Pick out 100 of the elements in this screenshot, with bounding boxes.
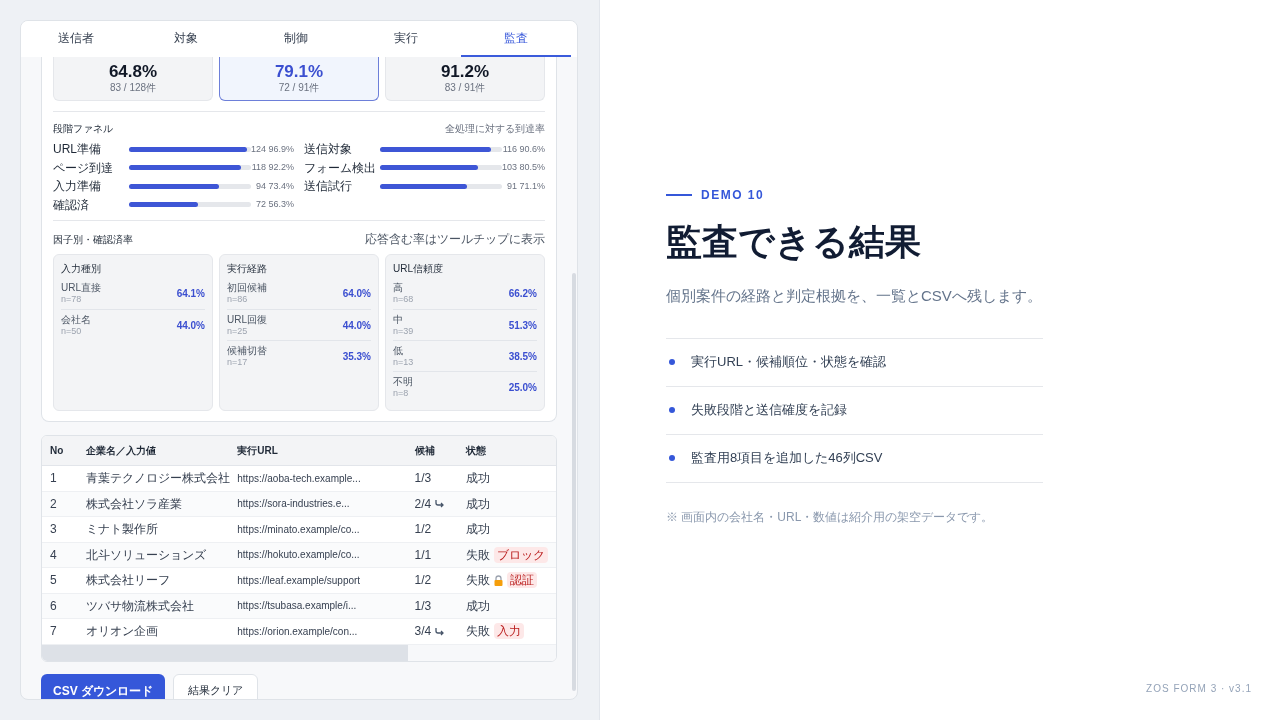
column-header: No (49, 444, 65, 458)
sample-size: n=13 (393, 356, 414, 368)
column-header: 状態 (466, 444, 488, 458)
table-cell-text: 1/3 (414, 597, 432, 615)
return-arrow-icon (435, 626, 446, 636)
factor-label: 低 (393, 344, 404, 357)
table-cell-text: https://minato.example/co... (237, 522, 361, 537)
factor-label: 候補切替 (227, 344, 267, 357)
table-cell-text: 株式会社ソラ産業 (85, 495, 183, 513)
stage-label: 入力準備 (53, 178, 102, 196)
table-cell-text: 6 (49, 597, 58, 615)
stage-label: ページ到達 (53, 159, 114, 177)
stage-reading: 72 56.3% (254, 198, 294, 211)
table-cell-text: https://leaf.example/support (237, 573, 362, 588)
sample-size: n=86 (227, 294, 249, 305)
bullet-icon (669, 407, 675, 413)
table-cell-text: 3/4 (414, 623, 432, 641)
factor-title: 入力種別 (61, 262, 102, 276)
factor-label: 高 (393, 282, 404, 294)
stat-value: 79.1% (274, 63, 324, 80)
table-cell-text: 成功 (466, 495, 491, 513)
table-cell-text: 4 (49, 546, 58, 564)
tab[interactable]: 制御 (241, 21, 351, 57)
table-cell-text: https://tsubasa.example/i... (237, 599, 358, 614)
table-cell-text: 2 (49, 495, 58, 513)
section-title: 段階ファネル (53, 122, 113, 136)
table-cell-text: 1/1 (414, 546, 432, 564)
table-cell-text: オリオン企画 (85, 623, 159, 641)
column-header: 実行URL (237, 444, 279, 458)
table-cell-text: 5 (49, 572, 58, 590)
table-cell-text: 北斗ソリューションズ (85, 546, 207, 564)
table-cell-text: 失敗 (466, 572, 491, 590)
tab[interactable]: 送信者 (21, 21, 131, 57)
footer-label: ZOS FORM 3 · v3.1 (1146, 682, 1252, 696)
failure-tag: ブロック (494, 546, 549, 563)
table-cell-text: ミナト製作所 (85, 521, 159, 539)
factor-rate: 44.0% (176, 318, 205, 333)
table-cell-text: 1/3 (414, 470, 432, 488)
factor-rate: 64.1% (176, 287, 205, 301)
clear-button[interactable]: 結果クリア (173, 673, 258, 699)
table-cell-text: https://sora-industries.e... (237, 497, 351, 512)
stage-reading: 91 71.1% (505, 179, 545, 193)
section-note: 全処理に対する到達率 (445, 122, 545, 136)
table-cell-text: https://orion.example/con... (237, 624, 359, 639)
sample-size: n=50 (61, 325, 83, 337)
factor-rate: 66.2% (508, 287, 537, 301)
bullet-icon (669, 359, 675, 365)
download-button[interactable]: CSV ダウンロード (41, 673, 165, 699)
table-cell-text: https://hokuto.example/co... (237, 548, 361, 563)
stat-detail: 83 / 91件 (444, 83, 486, 93)
sample-size: n=68 (393, 294, 414, 305)
stage-label: URL準備 (53, 141, 102, 159)
stage-reading: 116 90.6% (502, 142, 545, 156)
factor-label: URL直接 (61, 282, 101, 294)
factor-rate: 51.3% (508, 318, 537, 333)
factor-label: 初回候補 (227, 282, 267, 294)
section-title: 因子別・確認済率 (53, 232, 133, 247)
column-header: 候補 (414, 444, 436, 458)
table-cell-text: 青葉テクノロジー株式会社 (85, 470, 231, 488)
stage-label: 確認済 (53, 196, 90, 214)
stat-value: 91.2% (440, 63, 490, 80)
return-arrow-icon (435, 499, 446, 509)
sample-size: n=78 (61, 294, 83, 305)
sample-size: n=8 (393, 387, 410, 399)
slide-title: 監査できる結果 (666, 224, 922, 260)
stat-value: 64.8% (108, 63, 158, 80)
table-cell-text: ツバサ物流株式会社 (85, 597, 195, 615)
column-header: 企業名／入力値 (85, 444, 157, 458)
stage-reading: 103 80.5% (501, 161, 545, 174)
stage-reading: 94 73.4% (254, 179, 294, 193)
feature-point: 実行URL・候補順位・状態を確認 (691, 353, 886, 372)
sample-size: n=17 (227, 356, 249, 368)
factor-label: 中 (393, 313, 404, 326)
stage-label: 送信対象 (304, 141, 353, 159)
table-cell-text: 1 (49, 470, 58, 488)
factor-label: URL回復 (227, 313, 267, 326)
lock-icon (494, 574, 504, 586)
stat-card[interactable]: 79.1% 72 / 91件 (219, 57, 379, 101)
factor-label: 会社名 (61, 313, 91, 326)
stat-card[interactable]: 91.2% 83 / 91件 (385, 57, 545, 101)
table-cell-text: 3 (49, 521, 58, 539)
stat-detail: 83 / 128件 (109, 83, 157, 93)
table-cell-text: 7 (49, 623, 58, 641)
table-cell-text: 成功 (466, 521, 491, 539)
table-cell-text: 2/4 (414, 495, 432, 513)
tab[interactable]: 実行 (351, 21, 461, 57)
stat-detail: 72 / 91件 (278, 83, 320, 93)
stat-card[interactable]: 64.8% 83 / 128件 (53, 57, 213, 101)
tab[interactable]: 対象 (131, 21, 241, 57)
table-cell-text: 株式会社リーフ (85, 572, 171, 590)
table-cell-text: https://aoba-tech.example... (237, 471, 362, 486)
feature-point: 失敗段階と送信確度を記録 (691, 401, 847, 420)
stage-label: 送信試行 (304, 178, 353, 196)
disclaimer: ※ 画面内の会社名・URL・数値は紹介用の架空データです。 (666, 508, 995, 526)
factor-rate: 38.5% (508, 349, 537, 364)
demo-label: DEMO 10 (701, 187, 765, 204)
stage-reading: 124 96.9% (250, 142, 294, 156)
table-cell-text: 1/2 (414, 572, 432, 590)
factor-title: 実行経路 (227, 262, 268, 276)
factor-rate: 35.3% (342, 349, 371, 364)
